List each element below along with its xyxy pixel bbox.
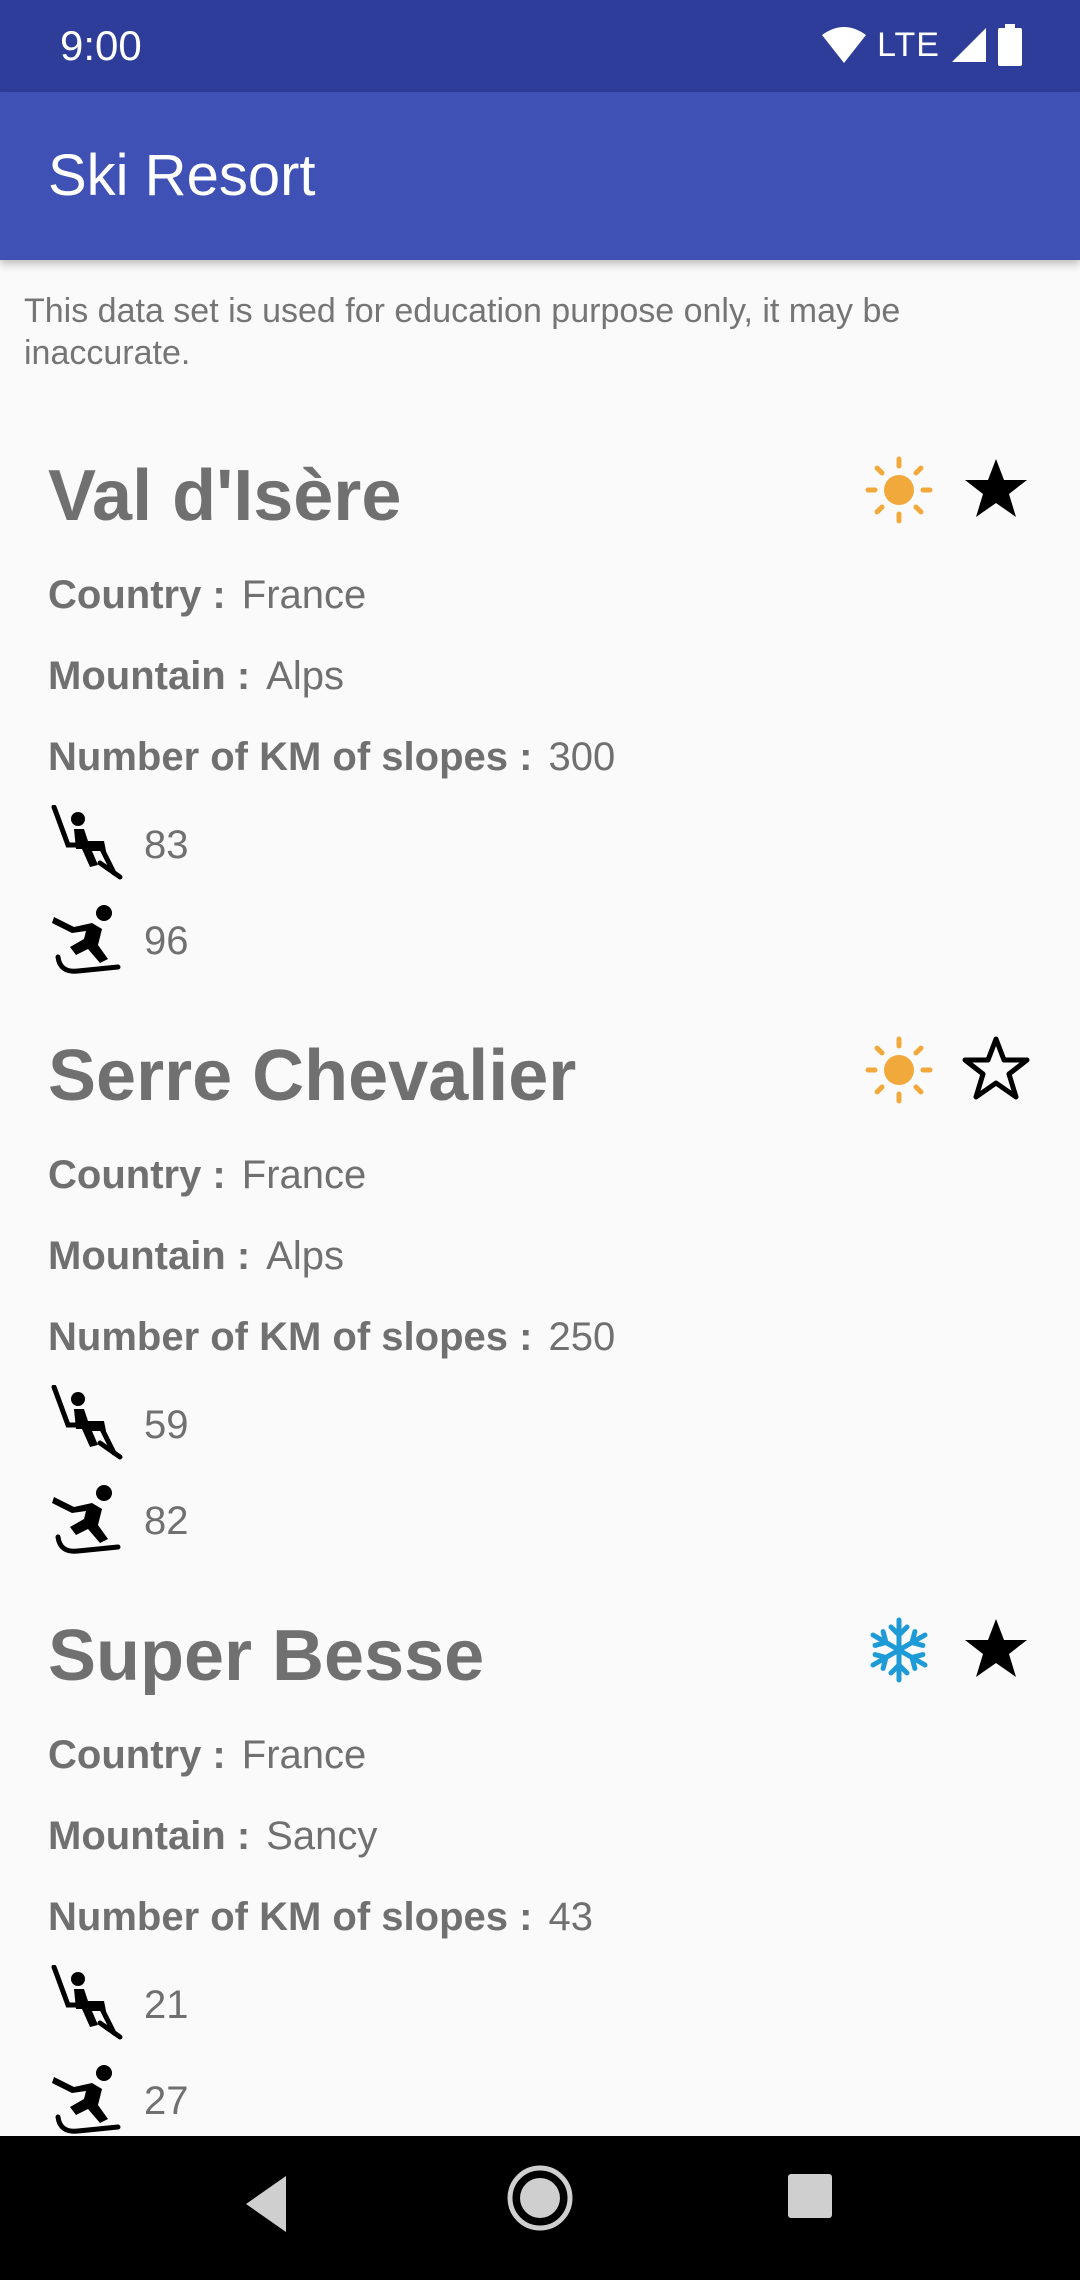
star-filled-icon[interactable]: [962, 455, 1030, 523]
slopes-value: 43: [548, 1895, 593, 1939]
sun-icon: [864, 455, 934, 525]
snowflake-icon: [864, 1615, 934, 1685]
slopes-label: Number of KM of slopes :: [48, 1895, 533, 1939]
resort-card[interactable]: Super Besse Country : France Mountain : Sa…: [0, 1615, 1080, 2195]
lifts-count: 21: [144, 1983, 189, 2027]
slopes-row: Number of KM of slopes : 250: [48, 1315, 615, 1360]
skier-icon: [48, 1481, 124, 1562]
lifts-row: 21: [48, 1964, 189, 2046]
resort-name: Super Besse: [48, 1616, 485, 1696]
country-value: France: [241, 573, 367, 617]
mountain-label: Mountain :: [48, 654, 251, 698]
country-row: Country : France: [48, 1153, 366, 1198]
mountain-value: Alps: [266, 654, 344, 698]
lifts-count: 83: [144, 823, 189, 867]
wifi-icon: [822, 27, 867, 63]
slopes-row: Number of KM of slopes : 43: [48, 1895, 593, 1940]
runs-row: 96: [48, 901, 189, 982]
status-icons: LTE: [821, 24, 1022, 66]
disclaimer-text: This data set is used for education purp…: [24, 292, 901, 372]
slopes-value: 250: [548, 1315, 616, 1359]
runs-count: 27: [144, 2079, 189, 2123]
runs-row: 82: [48, 1481, 189, 1562]
skier-icon: [48, 901, 124, 982]
country-row: Country : France: [48, 1733, 366, 1778]
lifts-count: 59: [144, 1403, 189, 1447]
star-filled-icon[interactable]: [962, 1615, 1030, 1683]
slopes-row: Number of KM of slopes : 300: [48, 735, 615, 780]
mountain-row: Mountain : Alps: [48, 1234, 344, 1279]
resort-name: Val d'Isère: [48, 456, 402, 536]
lifts-row: 59: [48, 1384, 189, 1466]
slopes-label: Number of KM of slopes :: [48, 1315, 533, 1359]
back-icon[interactable]: [242, 2172, 290, 2236]
skier-icon: [48, 2061, 124, 2142]
battery-icon: [998, 24, 1022, 66]
ski-lift-icon: [48, 1964, 124, 2046]
country-label: Country :: [48, 1153, 226, 1197]
country-label: Country :: [48, 573, 226, 617]
resort-card[interactable]: Val d'Isère Country : France Mountain : Al…: [0, 455, 1080, 1035]
recents-icon[interactable]: [786, 2172, 834, 2220]
lifts-row: 83: [48, 804, 189, 886]
mountain-label: Mountain :: [48, 1234, 251, 1278]
ski-lift-icon: [48, 1384, 124, 1466]
sun-icon: [864, 1035, 934, 1105]
slopes-value: 300: [548, 735, 616, 779]
country-label: Country :: [48, 1733, 226, 1777]
mountain-value: Sancy: [266, 1814, 378, 1858]
home-icon[interactable]: [506, 2164, 574, 2232]
mountain-row: Mountain : Alps: [48, 654, 344, 699]
slopes-label: Number of KM of slopes :: [48, 735, 533, 779]
country-row: Country : France: [48, 573, 366, 618]
runs-row: 27: [48, 2061, 189, 2142]
status-time: 9:00: [60, 22, 142, 69]
runs-count: 82: [144, 1499, 189, 1543]
mountain-label: Mountain :: [48, 1814, 251, 1858]
signal-icon: [952, 28, 986, 62]
mountain-value: Alps: [266, 1234, 344, 1278]
navigation-bar: [0, 2136, 1080, 2280]
app-bar: Ski Resort: [0, 92, 1080, 260]
ski-lift-icon: [48, 804, 124, 886]
country-value: France: [241, 1733, 367, 1777]
status-bar: 9:00 LTE: [0, 0, 1080, 92]
resort-card[interactable]: Serre Chevalier Country : France Mountain…: [0, 1035, 1080, 1615]
star-outline-icon[interactable]: [962, 1035, 1030, 1103]
country-value: France: [241, 1153, 367, 1197]
mountain-row: Mountain : Sancy: [48, 1814, 377, 1859]
network-type: LTE: [877, 25, 940, 64]
resort-name: Serre Chevalier: [48, 1036, 577, 1116]
app-title: Ski Resort: [48, 143, 316, 208]
runs-count: 96: [144, 919, 189, 963]
